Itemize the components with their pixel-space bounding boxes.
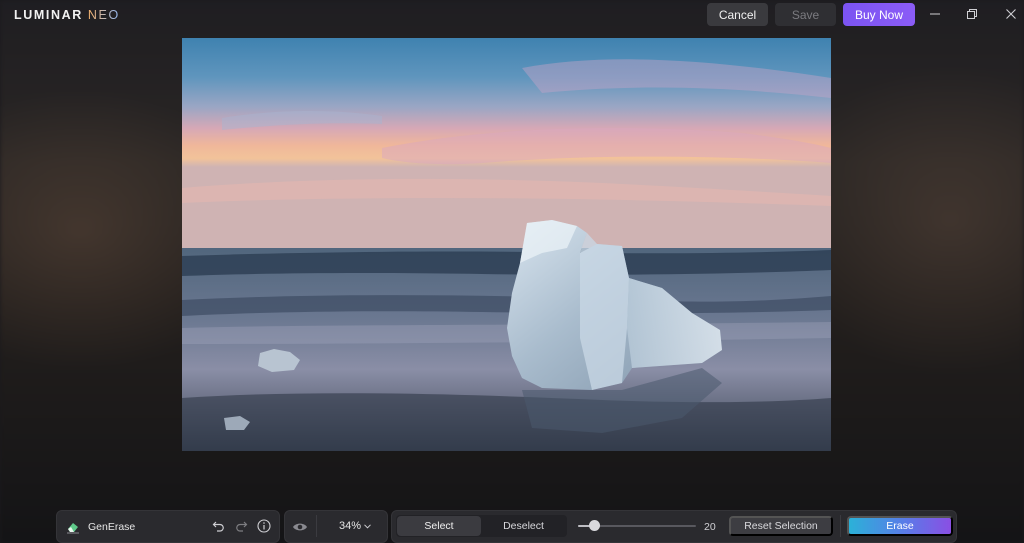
close-icon: [1006, 9, 1016, 19]
app-logo: LUMINAR NEO: [14, 8, 120, 22]
brush-divider: [840, 515, 841, 537]
restore-icon: [967, 9, 977, 19]
save-button[interactable]: Save: [775, 3, 836, 26]
title-bar: LUMINAR NEO Cancel Save Buy Now: [0, 0, 1024, 30]
logo-accent: NEO: [87, 8, 120, 22]
chevron-down-icon: [364, 523, 371, 529]
select-button[interactable]: Select: [397, 516, 481, 536]
photo-image: [182, 38, 831, 451]
reset-selection-button[interactable]: Reset Selection: [729, 516, 833, 536]
buy-now-button[interactable]: Buy Now: [843, 3, 915, 26]
tool-name: GenErase: [88, 521, 136, 533]
photo-canvas[interactable]: [182, 38, 831, 451]
close-button[interactable]: [999, 4, 1023, 24]
info-icon[interactable]: [257, 519, 271, 533]
zoom-dropdown[interactable]: 34%: [339, 520, 371, 532]
minimize-icon: [930, 13, 940, 15]
erase-button[interactable]: Erase: [847, 516, 953, 536]
brush-size-value: 20: [704, 521, 716, 533]
logo-main: LUMINAR: [14, 8, 83, 22]
cancel-button[interactable]: Cancel: [707, 3, 768, 26]
minimize-button[interactable]: [923, 4, 947, 24]
zoom-value: 34%: [339, 520, 362, 532]
undo-icon[interactable]: [212, 519, 225, 532]
view-divider: [316, 515, 317, 537]
redo-icon[interactable]: [235, 519, 248, 532]
restore-button[interactable]: [960, 4, 984, 24]
deselect-button[interactable]: Deselect: [481, 516, 566, 536]
eye-icon[interactable]: [292, 520, 308, 532]
brush-size-handle[interactable]: [589, 520, 601, 531]
eraser-icon: [66, 520, 80, 534]
